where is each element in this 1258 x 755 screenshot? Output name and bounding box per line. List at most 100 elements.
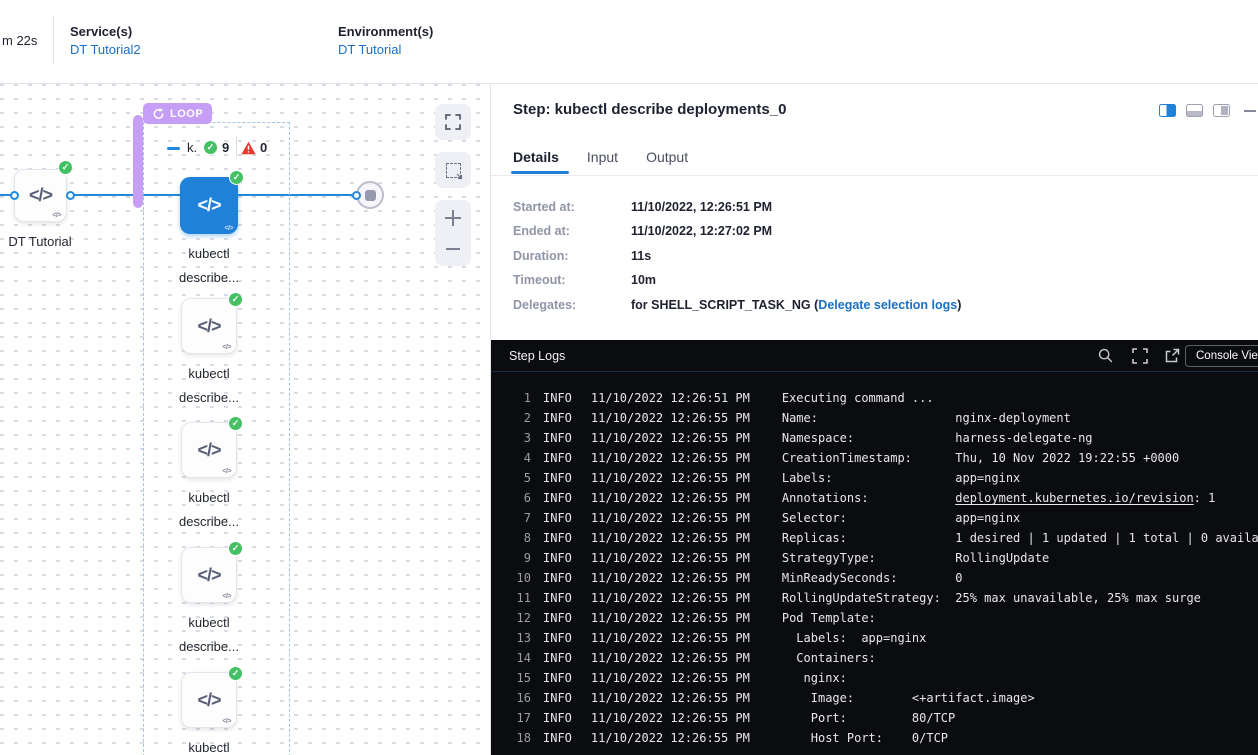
zoom-in-button[interactable] xyxy=(445,210,461,226)
expand-icon xyxy=(445,114,461,130)
search-logs-button[interactable] xyxy=(1098,348,1113,368)
step-logs-title: Step Logs xyxy=(509,349,565,363)
code-step-icon: </> xyxy=(197,195,220,216)
tab-input[interactable]: Input xyxy=(587,149,618,165)
console-view-button[interactable]: Console View xyxy=(1185,345,1258,367)
execution-topbar: m 22s Service(s) DT Tutorial2 Environmen… xyxy=(0,0,1258,84)
log-line-number: 7 xyxy=(515,508,531,528)
detail-row: Ended at:11/10/2022, 12:27:02 PM xyxy=(513,224,772,238)
collapse-group-button[interactable] xyxy=(167,147,180,150)
code-step-icon: </> xyxy=(29,185,52,206)
detail-value: 11/10/2022, 12:27:02 PM xyxy=(631,224,772,238)
node-success-badge: ✓ xyxy=(229,170,244,185)
log-message: Labels: app=nginx xyxy=(782,468,1020,488)
expand-logs-button[interactable] xyxy=(1132,348,1148,369)
environment-link[interactable]: DT Tutorial xyxy=(338,42,401,57)
detail-value: for SHELL_SCRIPT_TASK_NG ( xyxy=(631,298,818,312)
log-level: INFO xyxy=(543,428,572,448)
right-view-toggle-icon[interactable] xyxy=(1213,104,1230,117)
log-message: Selector: app=nginx xyxy=(782,508,1020,528)
log-line-number: 1 xyxy=(515,388,531,408)
log-level: INFO xyxy=(543,628,572,648)
execution-duration: m 22s xyxy=(2,33,37,48)
log-level: INFO xyxy=(543,488,572,508)
group-name-label: k. xyxy=(187,140,197,155)
fit-selection-icon xyxy=(446,163,461,178)
log-level: INFO xyxy=(543,588,572,608)
code-step-icon: </> xyxy=(197,316,220,337)
log-line: 4INFO11/10/2022 12:26:55 PMCreationTimes… xyxy=(515,448,1258,468)
log-output[interactable]: 1INFO11/10/2022 12:26:51 PMExecuting com… xyxy=(491,372,1258,755)
log-timestamp: 11/10/2022 12:26:51 PM xyxy=(591,388,750,408)
log-level: INFO xyxy=(543,688,572,708)
fullscreen-icon xyxy=(1132,348,1148,364)
detail-row: Duration:11s xyxy=(513,249,651,263)
delegate-selection-logs-link[interactable]: Delegate selection logs xyxy=(818,298,957,312)
code-step-icon: </> xyxy=(197,565,220,586)
step-details-panel: Step: kubectl describe deployments_0 Det… xyxy=(490,84,1258,755)
log-line: 8INFO11/10/2022 12:26:55 PMReplicas: 1 d… xyxy=(515,528,1258,548)
log-level: INFO xyxy=(543,728,572,748)
node-kubectl-describe[interactable]: </></> xyxy=(181,547,237,603)
log-line: 5INFO11/10/2022 12:26:55 PMLabels: app=n… xyxy=(515,468,1258,488)
service-link[interactable]: DT Tutorial2 xyxy=(70,42,141,57)
node-label: kubectl describe... xyxy=(171,486,247,534)
detail-label: Ended at: xyxy=(513,224,631,238)
detail-value: ) xyxy=(957,298,961,312)
active-tab-underline xyxy=(511,171,569,174)
log-timestamp: 11/10/2022 12:26:55 PM xyxy=(591,628,750,648)
tabs-divider xyxy=(491,175,1258,176)
log-line-number: 8 xyxy=(515,528,531,548)
node-kubectl-describe[interactable]: </></> xyxy=(181,672,237,728)
log-line-number: 11 xyxy=(515,588,531,608)
log-annotation-link[interactable]: deployment.kubernetes.io/revision xyxy=(955,491,1193,505)
detail-row: Delegates:for SHELL_SCRIPT_TASK_NG (Dele… xyxy=(513,298,961,312)
log-line: 1INFO11/10/2022 12:26:51 PMExecuting com… xyxy=(515,388,1258,408)
bottom-view-toggle-icon[interactable] xyxy=(1186,104,1203,117)
log-line: 14INFO11/10/2022 12:26:55 PM Containers: xyxy=(515,648,1258,668)
log-line-number: 12 xyxy=(515,608,531,628)
step-logs-section: Step Logs xyxy=(491,340,1258,755)
node-kubectl-describe-selected[interactable]: </> </> xyxy=(180,177,238,234)
log-timestamp: 11/10/2022 12:26:55 PM xyxy=(591,568,750,588)
services-label: Service(s) xyxy=(70,24,132,39)
log-line-number: 9 xyxy=(515,548,531,568)
log-line: 2INFO11/10/2022 12:26:55 PMName: nginx-d… xyxy=(515,408,1258,428)
end-node-in-port xyxy=(352,191,361,200)
node-kubectl-describe[interactable]: </></> xyxy=(181,298,237,354)
loop-badge[interactable]: LOOP xyxy=(143,103,212,124)
environments-label: Environment(s) xyxy=(338,24,433,39)
group-error-count: 0 xyxy=(260,140,267,155)
shell-script-mini-icon: </> xyxy=(222,468,231,475)
pipeline-graph-canvas[interactable]: LOOP k. ✓ 9 0 </> </> ✓ DT Tutorial </> xyxy=(0,84,490,755)
log-timestamp: 11/10/2022 12:26:55 PM xyxy=(591,448,750,468)
log-level: INFO xyxy=(543,528,572,548)
zoom-out-button[interactable] xyxy=(446,248,460,250)
group-count-divider xyxy=(236,137,237,157)
fit-to-screen-button[interactable] xyxy=(435,152,471,188)
log-line: 11INFO11/10/2022 12:26:55 PMRollingUpdat… xyxy=(515,588,1258,608)
log-message: Annotations: deployment.kubernetes.io/re… xyxy=(782,488,1216,508)
node-kubectl-describe[interactable]: </></> xyxy=(181,422,237,478)
tab-details[interactable]: Details xyxy=(513,149,559,165)
fullscreen-canvas-button[interactable] xyxy=(435,104,471,140)
node-dt-tutorial[interactable]: </> </> xyxy=(14,169,67,222)
log-line-number: 13 xyxy=(515,628,531,648)
open-logs-new-tab-button[interactable] xyxy=(1164,348,1180,369)
log-timestamp: 11/10/2022 12:26:55 PM xyxy=(591,528,750,548)
log-level: INFO xyxy=(543,468,572,488)
node-success-badge: ✓ xyxy=(228,292,243,307)
log-line-number: 14 xyxy=(515,648,531,668)
minimize-panel-button[interactable] xyxy=(1244,110,1256,112)
log-level: INFO xyxy=(543,668,572,688)
log-message: Host Port: 0/TCP xyxy=(782,728,948,748)
log-line: 13INFO11/10/2022 12:26:55 PM Labels: app… xyxy=(515,628,1258,648)
log-line-number: 5 xyxy=(515,468,531,488)
log-level: INFO xyxy=(543,708,572,728)
log-timestamp: 11/10/2022 12:26:55 PM xyxy=(591,428,750,448)
zoom-controls xyxy=(435,200,471,266)
tab-output[interactable]: Output xyxy=(646,149,688,165)
node-label: kubectl describe... xyxy=(171,736,247,755)
log-line-number: 16 xyxy=(515,688,531,708)
split-right-view-toggle-icon[interactable] xyxy=(1159,104,1176,117)
